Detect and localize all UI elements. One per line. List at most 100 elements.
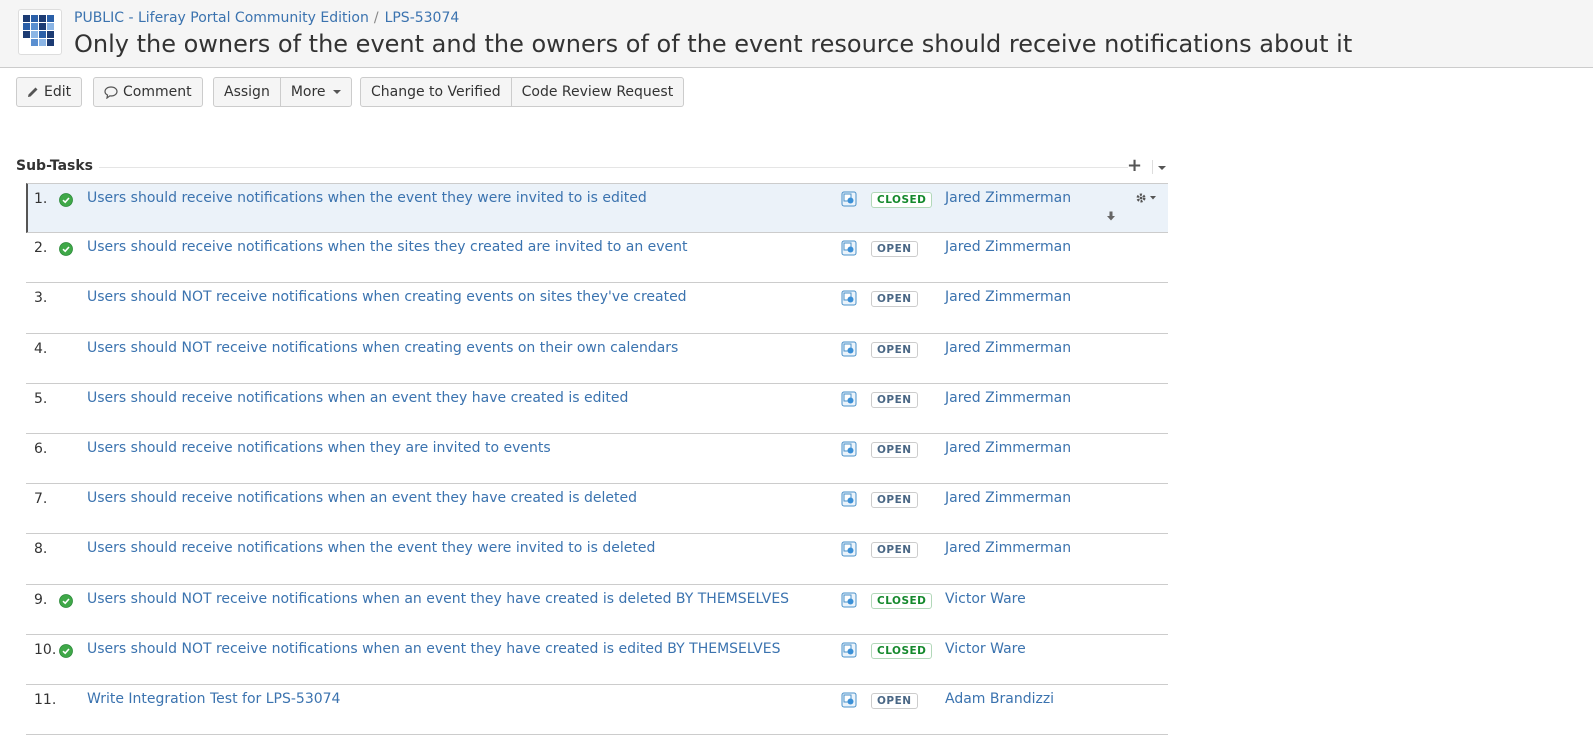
row-number: 3.: [34, 290, 48, 307]
table-row[interactable]: 3. Users should NOT receive notifications…: [26, 283, 1168, 334]
subtask-type-icon: [841, 441, 857, 457]
subtask-summary-link[interactable]: Users should receive notifications when …: [87, 440, 551, 456]
workflow-group: Change to Verified Code Review Request: [360, 77, 685, 107]
assign-more-group: Assign More: [213, 77, 352, 107]
pencil-icon: [28, 87, 38, 97]
code-review-request-label: Code Review Request: [521, 84, 674, 100]
table-row[interactable]: 9. Users should NOT receive notification…: [26, 585, 1168, 635]
subtask-summary-link[interactable]: Users should receive notifications when …: [87, 390, 628, 406]
table-row[interactable]: 2. Users should receive notifications wh…: [26, 233, 1168, 284]
assignee-link[interactable]: Jared Zimmerman: [945, 440, 1071, 456]
subtask-type-icon: [841, 391, 857, 407]
subtasks-title[interactable]: Sub-Tasks: [16, 158, 99, 174]
assign-button[interactable]: Assign: [213, 77, 281, 107]
edit-button[interactable]: Edit: [16, 77, 83, 107]
assignee-link[interactable]: Jared Zimmerman: [945, 540, 1071, 556]
change-to-verified-button[interactable]: Change to Verified: [360, 77, 512, 107]
check-circle-icon: [59, 242, 73, 257]
check-circle-icon: [59, 643, 73, 658]
gear-icon[interactable]: [1134, 191, 1160, 205]
assignee-link[interactable]: Jared Zimmerman: [945, 190, 1071, 206]
table-row[interactable]: 4. Users should NOT receive notifications…: [26, 334, 1168, 384]
module-divider: [16, 167, 1128, 168]
subtask-type-icon: [841, 191, 857, 207]
table-row[interactable]: 6. Users should receive notifications whe…: [26, 434, 1168, 485]
issue-header: PUBLIC - Liferay Portal Community Editio…: [0, 0, 1593, 68]
row-number: 11.: [34, 691, 57, 708]
subtask-summary-link[interactable]: Users should NOT receive notifications w…: [87, 591, 789, 607]
row-number: 4.: [34, 340, 48, 357]
module-menu-divider: [1152, 160, 1153, 174]
subtask-type-icon: [841, 491, 857, 507]
check-circle-icon: [59, 593, 73, 608]
status-badge: CLOSED: [871, 592, 933, 609]
assignee-link[interactable]: Jared Zimmerman: [945, 239, 1071, 255]
assignee-link[interactable]: Jared Zimmerman: [945, 340, 1071, 356]
breadcrumb-project-link[interactable]: PUBLIC - Liferay Portal Community Editio…: [74, 10, 369, 26]
assignee-link[interactable]: Victor Ware: [945, 641, 1026, 657]
subtasks-module-header: Sub-Tasks +: [16, 156, 1168, 176]
row-number: 10.: [34, 641, 57, 658]
status-badge: CLOSED: [871, 642, 933, 659]
table-row[interactable]: 5. Users should receive notifications whe…: [26, 384, 1168, 434]
subtask-type-icon: [841, 692, 857, 708]
status-badge: OPEN: [871, 391, 918, 408]
chevron-down-icon[interactable]: [1158, 166, 1166, 170]
assignee-link[interactable]: Adam Brandizzi: [945, 691, 1054, 707]
subtask-type-icon: [841, 642, 857, 658]
subtask-summary-link[interactable]: Users should receive notifications when …: [87, 540, 655, 556]
table-row[interactable]: 1. Users should receive notifications wh…: [26, 183, 1168, 234]
status-badge: OPEN: [871, 241, 918, 258]
subtask-summary-link[interactable]: Users should receive notifications when …: [87, 239, 688, 255]
row-number: 9.: [34, 591, 48, 608]
comment-button-label: Comment: [123, 84, 192, 100]
edit-button-label: Edit: [44, 84, 72, 100]
assignee-link[interactable]: Jared Zimmerman: [945, 490, 1071, 506]
subtask-summary-link[interactable]: Users should NOT receive notifications w…: [87, 340, 678, 356]
arrow-down-icon[interactable]: [1106, 211, 1116, 221]
status-badge: CLOSED: [871, 192, 933, 208]
table-row[interactable]: 8. Users should receive notifications whe…: [26, 534, 1168, 585]
table-row[interactable]: 7. Users should receive notifications whe…: [26, 484, 1168, 535]
table-row[interactable]: 11. Write Integration Test for LPS-53074 …: [26, 685, 1168, 736]
assignee-link[interactable]: Victor Ware: [945, 591, 1026, 607]
code-review-request-button[interactable]: Code Review Request: [511, 77, 685, 107]
status-badge: OPEN: [871, 542, 918, 559]
assignee-link[interactable]: Jared Zimmerman: [945, 289, 1071, 305]
page-title[interactable]: Only the owners of the event and the own…: [74, 30, 1352, 58]
row-number: 7.: [34, 491, 48, 508]
project-avatar[interactable]: [18, 9, 62, 55]
edit-group: Edit: [16, 77, 83, 107]
breadcrumb-issue-key[interactable]: LPS-53074: [385, 10, 460, 26]
assignee-link[interactable]: Jared Zimmerman: [945, 390, 1071, 406]
comment-group: Comment: [93, 77, 203, 107]
liferay-logo-icon: [23, 15, 54, 46]
comment-button[interactable]: Comment: [93, 77, 203, 107]
row-number: 5.: [34, 390, 48, 407]
status-badge: OPEN: [871, 441, 918, 458]
row-number: 2.: [34, 240, 48, 257]
subtask-type-icon: [841, 592, 857, 607]
check-circle-icon: [59, 193, 73, 207]
subtask-summary-link[interactable]: Write Integration Test for LPS-53074: [87, 691, 340, 707]
status-badge: OPEN: [871, 341, 918, 358]
status-badge: OPEN: [871, 492, 918, 509]
table-row[interactable]: 10. Users should NOT receive notificatio…: [26, 635, 1168, 685]
subtask-summary-link[interactable]: Users should NOT receive notifications w…: [87, 289, 687, 305]
speech-bubble-icon: [104, 85, 118, 99]
subtask-type-icon: [841, 541, 857, 557]
subtask-summary-link[interactable]: Users should receive notifications when …: [87, 490, 637, 506]
more-button-label: More: [290, 84, 326, 100]
subtask-summary-link[interactable]: Users should receive notifications when …: [87, 190, 647, 206]
more-button[interactable]: More: [280, 77, 352, 107]
assign-button-label: Assign: [224, 84, 270, 100]
breadcrumb-separator: /: [373, 10, 379, 26]
status-badge: OPEN: [871, 692, 918, 709]
subtask-summary-link[interactable]: Users should NOT receive notifications w…: [87, 641, 780, 657]
subtask-type-icon: [841, 290, 857, 306]
change-to-verified-label: Change to Verified: [371, 84, 501, 100]
subtask-type-icon: [841, 341, 857, 357]
row-number: 8.: [34, 541, 48, 558]
plus-icon[interactable]: +: [1127, 156, 1142, 176]
breadcrumb: PUBLIC - Liferay Portal Community Editio…: [74, 10, 459, 26]
